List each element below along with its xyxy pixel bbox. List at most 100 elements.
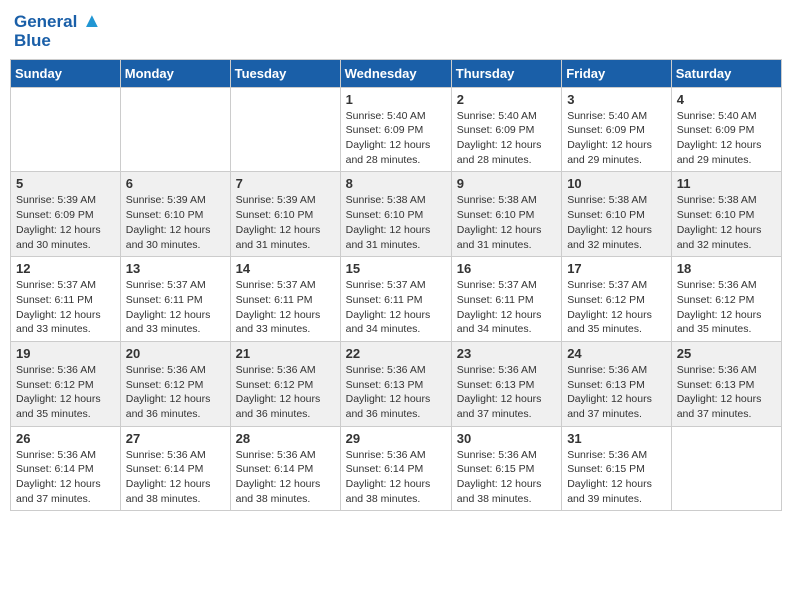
day-number: 20 <box>126 346 225 361</box>
day-info: Sunrise: 5:38 AM Sunset: 6:10 PM Dayligh… <box>677 193 776 252</box>
weekday-header: Friday <box>562 59 672 87</box>
day-info: Sunrise: 5:39 AM Sunset: 6:10 PM Dayligh… <box>236 193 335 252</box>
calendar-week-row: 12 Sunrise: 5:37 AM Sunset: 6:11 PM Dayli… <box>11 257 782 342</box>
calendar-cell: 28 Sunrise: 5:36 AM Sunset: 6:14 PM Dayli… <box>230 426 340 511</box>
day-info: Sunrise: 5:37 AM Sunset: 6:12 PM Dayligh… <box>567 278 666 337</box>
day-number: 31 <box>567 431 666 446</box>
day-info: Sunrise: 5:36 AM Sunset: 6:13 PM Dayligh… <box>567 363 666 422</box>
day-info: Sunrise: 5:36 AM Sunset: 6:12 PM Dayligh… <box>126 363 225 422</box>
calendar-cell: 30Sunrise: 5:36 AM Sunset: 6:15 PM Dayli… <box>451 426 561 511</box>
day-info: Sunrise: 5:37 AM Sunset: 6:11 PM Dayligh… <box>236 278 335 337</box>
calendar-cell: 3Sunrise: 5:40 AM Sunset: 6:09 PM Daylig… <box>562 87 672 172</box>
calendar-cell <box>120 87 230 172</box>
calendar-cell: 7 Sunrise: 5:39 AM Sunset: 6:10 PM Daylig… <box>230 172 340 257</box>
day-number: 17 <box>567 261 666 276</box>
calendar-cell: 25 Sunrise: 5:36 AM Sunset: 6:13 PM Dayli… <box>671 341 781 426</box>
day-number: 14 <box>236 261 335 276</box>
day-info: Sunrise: 5:36 AM Sunset: 6:12 PM Dayligh… <box>16 363 115 422</box>
calendar-cell: 4 Sunrise: 5:40 AM Sunset: 6:09 PM Daylig… <box>671 87 781 172</box>
day-info: Sunrise: 5:40 AM Sunset: 6:09 PM Dayligh… <box>677 109 776 168</box>
day-info: Sunrise: 5:36 AM Sunset: 6:14 PM Dayligh… <box>236 448 335 507</box>
calendar-cell: 12 Sunrise: 5:37 AM Sunset: 6:11 PM Dayli… <box>11 257 121 342</box>
day-info: Sunrise: 5:36 AM Sunset: 6:14 PM Dayligh… <box>346 448 446 507</box>
calendar-cell: 1 Sunrise: 5:40 AM Sunset: 6:09 PM Daylig… <box>340 87 451 172</box>
day-info: Sunrise: 5:37 AM Sunset: 6:11 PM Dayligh… <box>16 278 115 337</box>
calendar-cell: 23 Sunrise: 5:36 AM Sunset: 6:13 PM Dayli… <box>451 341 561 426</box>
weekday-header: Sunday <box>11 59 121 87</box>
logo-bird-icon: ▲ <box>82 10 102 32</box>
calendar-cell: 20 Sunrise: 5:36 AM Sunset: 6:12 PM Dayli… <box>120 341 230 426</box>
calendar-cell: 6Sunrise: 5:39 AM Sunset: 6:10 PM Daylig… <box>120 172 230 257</box>
calendar-week-row: 19 Sunrise: 5:36 AM Sunset: 6:12 PM Dayli… <box>11 341 782 426</box>
logo-text: General ▲ Blue <box>14 10 102 51</box>
day-info: Sunrise: 5:39 AM Sunset: 6:10 PM Dayligh… <box>126 193 225 252</box>
weekday-header: Saturday <box>671 59 781 87</box>
day-info: Sunrise: 5:40 AM Sunset: 6:09 PM Dayligh… <box>457 109 556 168</box>
calendar-header-row: SundayMondayTuesdayWednesdayThursdayFrid… <box>11 59 782 87</box>
calendar-cell: 21 Sunrise: 5:36 AM Sunset: 6:12 PM Dayli… <box>230 341 340 426</box>
day-number: 2 <box>457 92 556 107</box>
calendar-cell <box>671 426 781 511</box>
day-number: 19 <box>16 346 115 361</box>
calendar-cell: 10Sunrise: 5:38 AM Sunset: 6:10 PM Dayli… <box>562 172 672 257</box>
day-info: Sunrise: 5:39 AM Sunset: 6:09 PM Dayligh… <box>16 193 115 252</box>
calendar-cell: 24 Sunrise: 5:36 AM Sunset: 6:13 PM Dayli… <box>562 341 672 426</box>
day-number: 22 <box>346 346 446 361</box>
calendar-cell <box>11 87 121 172</box>
logo: General ▲ Blue <box>14 10 102 51</box>
page-header: General ▲ Blue <box>10 10 782 51</box>
calendar-cell: 16Sunrise: 5:37 AM Sunset: 6:11 PM Dayli… <box>451 257 561 342</box>
logo-blue: Blue <box>14 32 102 51</box>
day-number: 4 <box>677 92 776 107</box>
day-info: Sunrise: 5:36 AM Sunset: 6:15 PM Dayligh… <box>567 448 666 507</box>
calendar-cell: 5 Sunrise: 5:39 AM Sunset: 6:09 PM Daylig… <box>11 172 121 257</box>
calendar-cell: 15Sunrise: 5:37 AM Sunset: 6:11 PM Dayli… <box>340 257 451 342</box>
calendar-cell: 26Sunrise: 5:36 AM Sunset: 6:14 PM Dayli… <box>11 426 121 511</box>
calendar-cell: 17 Sunrise: 5:37 AM Sunset: 6:12 PM Dayli… <box>562 257 672 342</box>
day-number: 12 <box>16 261 115 276</box>
day-info: Sunrise: 5:36 AM Sunset: 6:13 PM Dayligh… <box>457 363 556 422</box>
day-info: Sunrise: 5:40 AM Sunset: 6:09 PM Dayligh… <box>346 109 446 168</box>
day-number: 18 <box>677 261 776 276</box>
day-number: 15 <box>346 261 446 276</box>
calendar-cell: 2 Sunrise: 5:40 AM Sunset: 6:09 PM Daylig… <box>451 87 561 172</box>
day-number: 28 <box>236 431 335 446</box>
calendar-table: SundayMondayTuesdayWednesdayThursdayFrid… <box>10 59 782 512</box>
calendar-cell: 18Sunrise: 5:36 AM Sunset: 6:12 PM Dayli… <box>671 257 781 342</box>
day-number: 21 <box>236 346 335 361</box>
day-number: 25 <box>677 346 776 361</box>
weekday-header: Wednesday <box>340 59 451 87</box>
day-number: 1 <box>346 92 446 107</box>
day-number: 10 <box>567 176 666 191</box>
day-number: 3 <box>567 92 666 107</box>
day-number: 8 <box>346 176 446 191</box>
calendar-cell: 14 Sunrise: 5:37 AM Sunset: 6:11 PM Dayli… <box>230 257 340 342</box>
day-info: Sunrise: 5:36 AM Sunset: 6:14 PM Dayligh… <box>16 448 115 507</box>
day-number: 30 <box>457 431 556 446</box>
calendar-cell: 9Sunrise: 5:38 AM Sunset: 6:10 PM Daylig… <box>451 172 561 257</box>
day-number: 5 <box>16 176 115 191</box>
day-number: 23 <box>457 346 556 361</box>
calendar-cell: 8 Sunrise: 5:38 AM Sunset: 6:10 PM Daylig… <box>340 172 451 257</box>
day-info: Sunrise: 5:36 AM Sunset: 6:12 PM Dayligh… <box>236 363 335 422</box>
weekday-header: Thursday <box>451 59 561 87</box>
day-number: 24 <box>567 346 666 361</box>
day-number: 16 <box>457 261 556 276</box>
day-info: Sunrise: 5:36 AM Sunset: 6:13 PM Dayligh… <box>346 363 446 422</box>
day-number: 11 <box>677 176 776 191</box>
day-info: Sunrise: 5:38 AM Sunset: 6:10 PM Dayligh… <box>346 193 446 252</box>
day-number: 7 <box>236 176 335 191</box>
calendar-cell: 19 Sunrise: 5:36 AM Sunset: 6:12 PM Dayli… <box>11 341 121 426</box>
day-number: 27 <box>126 431 225 446</box>
day-number: 13 <box>126 261 225 276</box>
calendar-week-row: 5 Sunrise: 5:39 AM Sunset: 6:09 PM Daylig… <box>11 172 782 257</box>
calendar-week-row: 26Sunrise: 5:36 AM Sunset: 6:14 PM Dayli… <box>11 426 782 511</box>
calendar-cell: 29Sunrise: 5:36 AM Sunset: 6:14 PM Dayli… <box>340 426 451 511</box>
calendar-cell: 13Sunrise: 5:37 AM Sunset: 6:11 PM Dayli… <box>120 257 230 342</box>
calendar-cell <box>230 87 340 172</box>
day-number: 9 <box>457 176 556 191</box>
calendar-cell: 22 Sunrise: 5:36 AM Sunset: 6:13 PM Dayli… <box>340 341 451 426</box>
day-info: Sunrise: 5:36 AM Sunset: 6:13 PM Dayligh… <box>677 363 776 422</box>
calendar-cell: 11 Sunrise: 5:38 AM Sunset: 6:10 PM Dayli… <box>671 172 781 257</box>
weekday-header: Tuesday <box>230 59 340 87</box>
